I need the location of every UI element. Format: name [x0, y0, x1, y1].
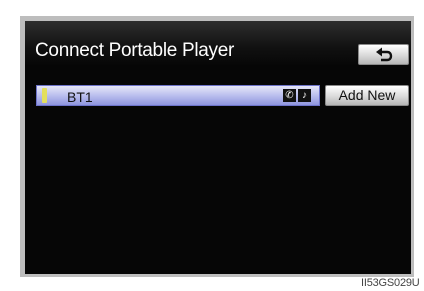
screen-header: Connect Portable Player	[25, 21, 411, 65]
return-arrow-icon	[376, 47, 393, 62]
phone-icon: ✆	[283, 89, 296, 102]
music-note-icon: ♪	[298, 89, 311, 102]
add-new-button[interactable]: Add New	[325, 85, 409, 106]
display-screen: Connect Portable Player BT1 ✆ ♪ Add New	[25, 21, 411, 274]
selected-indicator	[42, 88, 47, 103]
device-list-item[interactable]: BT1 ✆ ♪	[36, 85, 320, 106]
back-button[interactable]	[358, 44, 409, 65]
device-name: BT1	[67, 89, 93, 105]
page-title: Connect Portable Player	[35, 40, 235, 61]
figure-caption: II53GS029U	[361, 277, 420, 289]
